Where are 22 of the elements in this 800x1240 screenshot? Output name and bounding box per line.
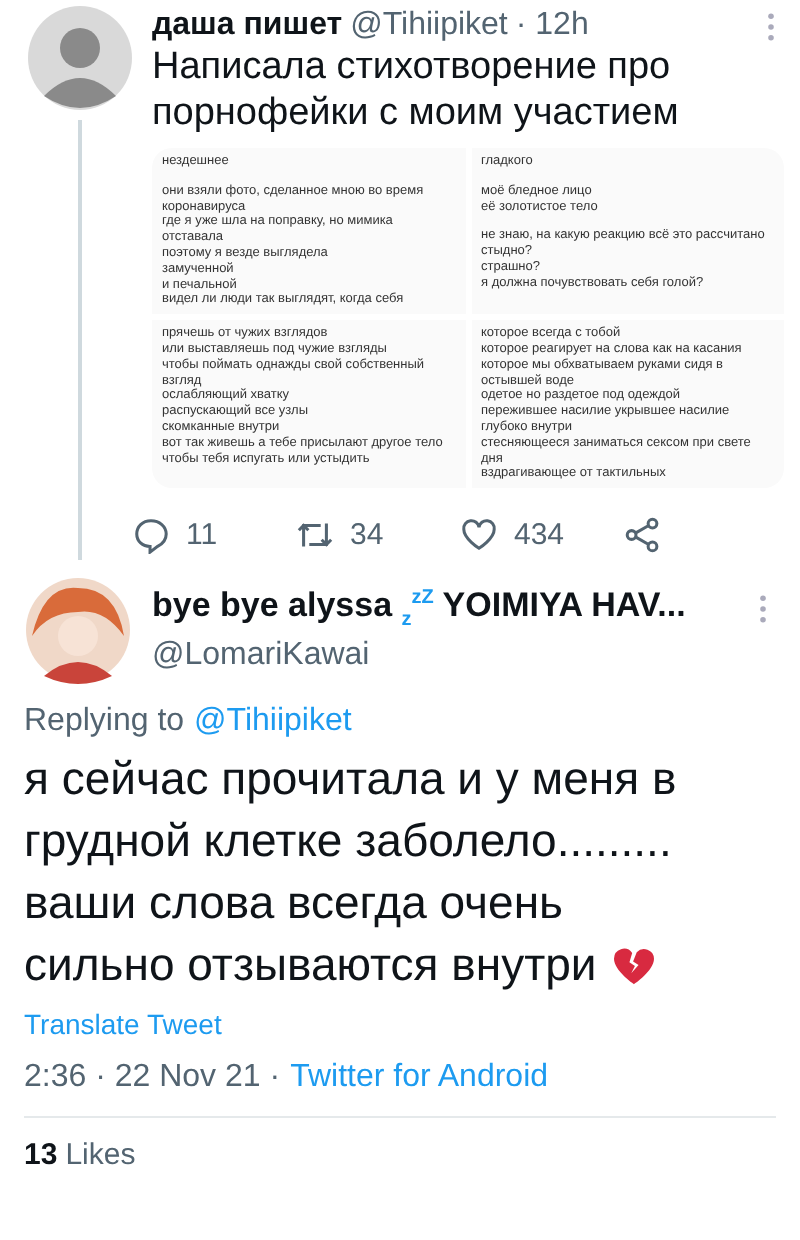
author-handle: @LomariKawai — [152, 637, 372, 674]
broken-heart-icon — [612, 945, 657, 986]
tweet-text: Написала стихотворение про порнофейки с моим участием — [152, 44, 681, 136]
tweet-time: · 12h — [515, 8, 589, 44]
reply-text-line: я сейчас прочитала и у меня в — [24, 750, 677, 809]
author-name[interactable]: даша пишет — [152, 8, 343, 44]
reply-text-line: ваши слова всегда очень — [24, 874, 564, 933]
avatar[interactable] — [26, 4, 134, 112]
reply-text-line: сильно отзываются внутри — [24, 936, 597, 995]
replying-label: Replying to — [24, 704, 185, 741]
reply-text-line: грудной клетке заболело......... — [24, 812, 672, 871]
likes-count: 13 — [24, 1138, 58, 1173]
action-count: 34 — [350, 517, 384, 552]
share-icon[interactable] — [624, 515, 662, 554]
reply-icon[interactable] — [132, 515, 170, 554]
avatar[interactable] — [24, 576, 132, 685]
author-handle: @Tihiipiket — [350, 8, 508, 44]
timestamp: 2:36 · 22 Nov 21 · — [24, 1060, 281, 1097]
action-count: 11 — [186, 517, 218, 552]
heart-icon[interactable] — [460, 515, 498, 554]
action-count: 434 — [514, 517, 565, 552]
likes-label[interactable]: Likes — [65, 1138, 136, 1173]
